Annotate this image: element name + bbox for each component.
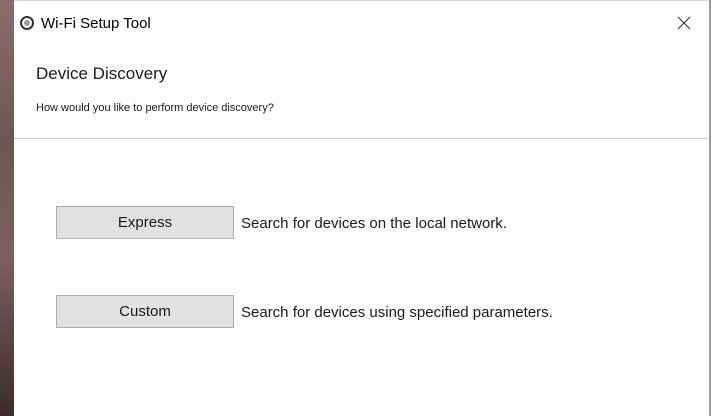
express-button[interactable]: Express (56, 206, 234, 239)
screen: Wi-Fi Setup Tool Device Discovery How wo… (0, 0, 722, 416)
page-title: Device Discovery (36, 64, 168, 83)
desktop-background-right (708, 0, 722, 416)
close-button[interactable] (662, 9, 706, 37)
custom-button[interactable]: Custom (56, 295, 234, 328)
close-icon (677, 16, 691, 30)
desktop-background-left (0, 0, 14, 416)
page-subtitle: How would you like to perform device dis… (36, 102, 274, 114)
app-ring-icon (20, 16, 34, 30)
page-header: Device Discovery How would you like to p… (14, 40, 708, 138)
header-divider (14, 138, 708, 139)
title-bar[interactable]: Wi-Fi Setup Tool (14, 6, 708, 40)
custom-description: Search for devices using specified param… (241, 304, 553, 321)
express-description: Search for devices on the local network. (241, 215, 507, 232)
window-title: Wi-Fi Setup Tool (41, 15, 151, 32)
wifi-setup-dialog: Wi-Fi Setup Tool Device Discovery How wo… (14, 6, 708, 416)
window-edge-shadow (709, 0, 711, 416)
